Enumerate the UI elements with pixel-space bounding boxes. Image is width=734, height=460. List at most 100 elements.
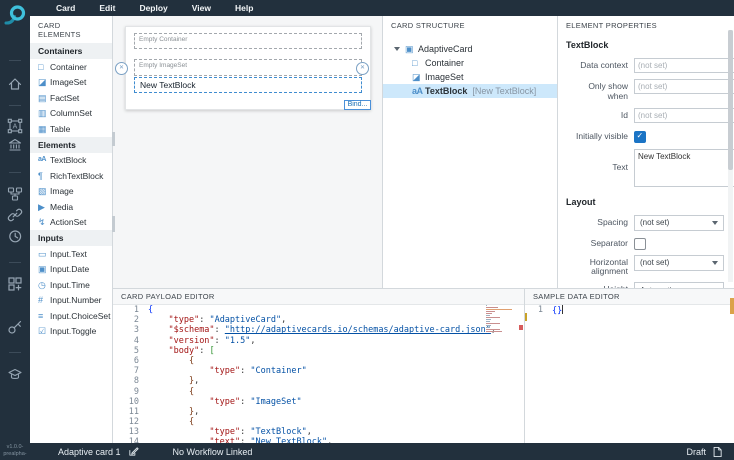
- minimap[interactable]: [486, 305, 514, 435]
- textblock-icon: aA: [38, 155, 50, 165]
- initially-visible-label: Initially visible: [566, 129, 634, 142]
- editor-line[interactable]: 1{: [113, 305, 524, 315]
- splitter-grip[interactable]: [112, 216, 115, 232]
- container-icon: □: [412, 59, 425, 68]
- palette-item-label: TextBlock: [50, 155, 86, 165]
- palette-item-actionset[interactable]: ↯ActionSet: [30, 215, 112, 231]
- palette-item-textblock[interactable]: aATextBlock: [30, 153, 112, 169]
- menu-deploy[interactable]: Deploy: [139, 3, 167, 13]
- tree-row-imageset[interactable]: ◪ImageSet: [383, 70, 557, 84]
- input.time-icon: ◷: [38, 280, 50, 290]
- actionset-icon: ↯: [38, 217, 50, 227]
- editor-line[interactable]: 3 "$schema": "http://adaptivecards.io/sc…: [113, 325, 524, 335]
- editor-line[interactable]: 10 "type": "ImageSet": [113, 397, 524, 407]
- palette-item-label: RichTextBlock: [50, 171, 103, 181]
- selected-textblock-element[interactable]: New TextBlock: [134, 77, 362, 93]
- code-text: {: [148, 305, 153, 315]
- editor-line[interactable]: 12 {: [113, 417, 524, 427]
- tree-row-container[interactable]: □Container: [383, 56, 557, 70]
- sample-data-editor[interactable]: SAMPLE DATA EDITOR 1{}: [525, 288, 734, 443]
- bind-button[interactable]: Bind...: [344, 100, 371, 110]
- horizontal-alignment-select[interactable]: (not set): [634, 255, 724, 271]
- palette-item-table[interactable]: ▦Table: [30, 121, 112, 137]
- left-drag-handle-icon[interactable]: ✕: [115, 62, 128, 75]
- sample-editor-lines[interactable]: 1{}: [525, 305, 734, 315]
- palette-item-input.choiceset[interactable]: ≡Input.ChoiceSet: [30, 308, 112, 324]
- tree-label: TextBlock: [425, 86, 467, 96]
- editor-line[interactable]: 7 "type": "Container": [113, 366, 524, 376]
- editor-line[interactable]: 9 {: [113, 387, 524, 397]
- right-drag-handle-icon[interactable]: ✕: [356, 62, 369, 75]
- palette-item-media[interactable]: ▶Media: [30, 199, 112, 215]
- palette-item-columnset[interactable]: ▥ColumnSet: [30, 106, 112, 122]
- palette-item-label: FactSet: [50, 93, 79, 103]
- palette-item-input.time[interactable]: ◷Input.Time: [30, 277, 112, 293]
- chevron-down-icon[interactable]: [394, 47, 400, 51]
- palette-item-input.number[interactable]: #Input.Number: [30, 293, 112, 309]
- empty-imageset-element[interactable]: Empty ImageSet: [134, 59, 362, 76]
- payload-editor-lines[interactable]: 1{2 "type": "AdaptiveCard",3 "$schema": …: [113, 305, 524, 448]
- card-payload-editor[interactable]: CARD PAYLOAD EDITOR 1{2 "type": "Adaptiv…: [113, 288, 525, 443]
- palette-item-input.text[interactable]: ▭Input.Text: [30, 246, 112, 262]
- palette-item-image[interactable]: ▧Image: [30, 184, 112, 200]
- tree-row-textblock[interactable]: aATextBlock[New TextBlock]: [383, 84, 557, 98]
- only-show-when-label: Only show when: [566, 79, 634, 102]
- initially-visible-checkbox[interactable]: [634, 131, 646, 143]
- palette-item-label: Input.Time: [50, 280, 90, 290]
- richtextblock-icon: ¶: [38, 171, 50, 181]
- splitter-grip[interactable]: [112, 132, 115, 146]
- card-designer-icon[interactable]: A: [7, 118, 23, 134]
- app-logo-icon: [3, 2, 27, 28]
- editor-line[interactable]: 11 },: [113, 407, 524, 417]
- gutter-marker: [525, 313, 527, 321]
- data-context-label: Data context: [566, 58, 634, 71]
- palette-item-imageset[interactable]: ◪ImageSet: [30, 75, 112, 91]
- card-name-label: Adaptive card 1: [58, 447, 121, 457]
- menu-edit[interactable]: Edit: [99, 3, 115, 13]
- home-icon[interactable]: [7, 76, 23, 92]
- code-text: "version": "1.5",: [148, 336, 256, 346]
- palette-item-label: Input.ChoiceSet: [50, 311, 110, 321]
- rail-divider: [9, 352, 21, 353]
- palette-item-input.toggle[interactable]: ☑Input.Toggle: [30, 324, 112, 340]
- panel-title: CARD STRUCTURE: [383, 16, 557, 34]
- editor-line[interactable]: 6 {: [113, 356, 524, 366]
- link-icon[interactable]: [7, 207, 23, 223]
- menu-card[interactable]: Card: [56, 3, 75, 13]
- history-icon[interactable]: [7, 228, 23, 244]
- line-number: 7: [113, 366, 148, 376]
- menu-help[interactable]: Help: [235, 3, 253, 13]
- card-preview[interactable]: Empty Container Empty ImageSet New TextB…: [125, 26, 371, 110]
- editor-line[interactable]: 8 },: [113, 376, 524, 386]
- palette-item-input.date[interactable]: ▣Input.Date: [30, 262, 112, 278]
- workflows-icon[interactable]: [7, 186, 23, 202]
- palette-item-container[interactable]: □Container: [30, 59, 112, 75]
- editor-line[interactable]: 2 "type": "AdaptiveCard",: [113, 315, 524, 325]
- id-input[interactable]: [634, 108, 734, 123]
- menu-view[interactable]: View: [192, 3, 211, 13]
- layout-section-header: Layout: [566, 197, 724, 207]
- properties-scrollbar[interactable]: [728, 30, 733, 282]
- tree-row-adaptivecard[interactable]: ▣AdaptiveCard: [383, 42, 557, 56]
- palette-item-factset[interactable]: ▤FactSet: [30, 90, 112, 106]
- spacing-select[interactable]: (not set): [634, 215, 724, 231]
- imageset-icon: ◪: [38, 77, 50, 87]
- section-header: Containers: [30, 43, 112, 59]
- edit-card-name-icon[interactable]: [128, 446, 139, 457]
- editor-line[interactable]: 5 "body": [: [113, 346, 524, 356]
- key-icon[interactable]: [7, 319, 23, 335]
- code-text: "type": "AdaptiveCard",: [148, 315, 286, 325]
- learn-icon[interactable]: [7, 366, 23, 382]
- design-canvas[interactable]: Empty Container Empty ImageSet New TextB…: [113, 16, 383, 288]
- editor-line[interactable]: 1{}: [525, 305, 734, 315]
- separator-checkbox[interactable]: [634, 238, 646, 250]
- editor-line[interactable]: 13 "type": "TextBlock",: [113, 427, 524, 437]
- text-input[interactable]: New TextBlock: [634, 149, 734, 187]
- institution-icon[interactable]: [7, 137, 23, 153]
- palette-item-richtextblock[interactable]: ¶RichTextBlock: [30, 168, 112, 184]
- empty-container-element[interactable]: Empty Container: [134, 33, 362, 49]
- only-show-when-input[interactable]: [634, 79, 734, 94]
- editor-line[interactable]: 4 "version": "1.5",: [113, 336, 524, 346]
- data-context-input[interactable]: [634, 58, 734, 73]
- apps-icon[interactable]: [7, 276, 23, 292]
